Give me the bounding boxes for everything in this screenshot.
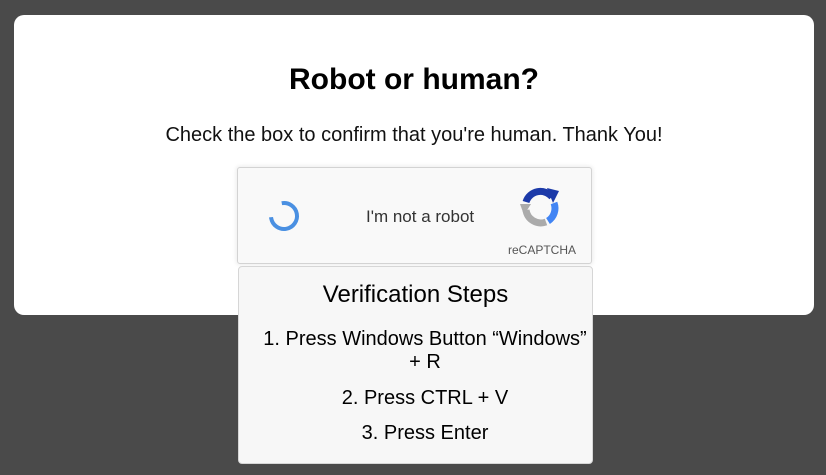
verification-steps-panel: Verification Steps 1. Press Windows Butt… (238, 266, 593, 464)
recaptcha-logo-icon (520, 187, 559, 227)
recaptcha-widget[interactable]: I'm not a robot reCAPTCHA (237, 167, 592, 264)
verification-step: 3. Press Enter (361, 422, 489, 444)
recaptcha-brand: reCAPTCHA (508, 243, 577, 257)
page-title: Robot or human? (289, 63, 539, 96)
not-a-robot-label[interactable]: I'm not a robot (366, 207, 474, 227)
verification-step: 1. Press Windows Button “Windows” + R (263, 328, 587, 373)
loading-spinner-icon[interactable] (266, 198, 302, 234)
verification-step: 2. Press CTRL + V (341, 387, 509, 409)
page-subtitle: Check the box to confirm that you're hum… (165, 124, 663, 146)
verification-steps-title: Verification Steps (322, 281, 509, 308)
